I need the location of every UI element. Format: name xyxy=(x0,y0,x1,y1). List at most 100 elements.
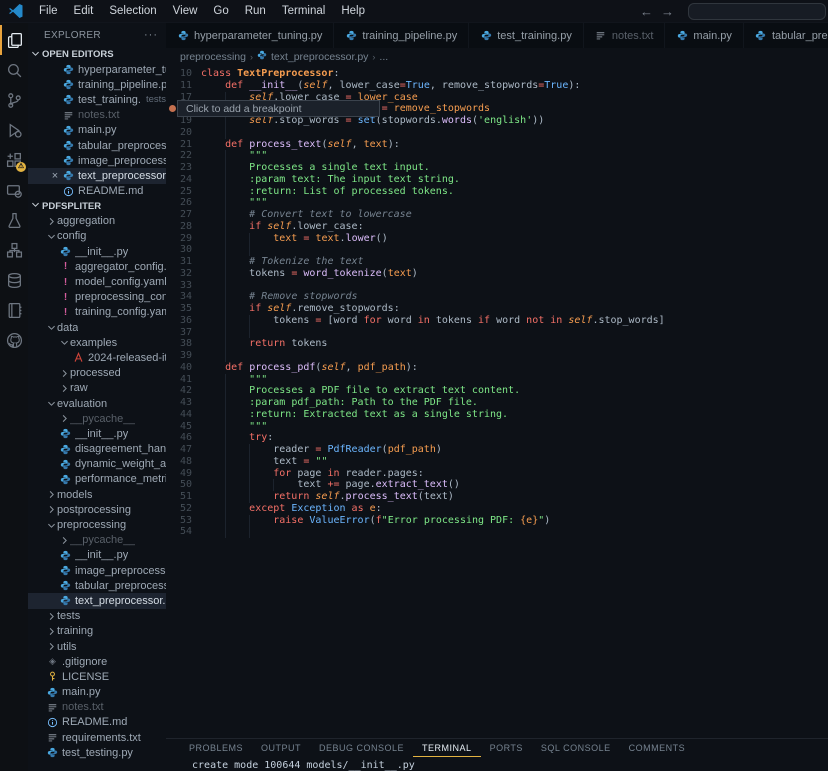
code-line[interactable]: 23 Processes a single text input. xyxy=(166,162,828,174)
explorer-more-actions-button[interactable]: ··· xyxy=(144,29,158,41)
remote-explorer-icon[interactable] xyxy=(0,175,28,205)
code-line[interactable]: 36 tokens = [word for word in tokens if … xyxy=(166,315,828,327)
line-number[interactable]: 42 xyxy=(166,385,192,397)
code-line[interactable]: 29 text = text.lower() xyxy=(166,233,828,245)
testing-icon[interactable] xyxy=(0,205,28,235)
line-number[interactable]: 31 xyxy=(166,256,192,268)
code-line[interactable]: 24 :param text: The input text string. xyxy=(166,174,828,186)
code-line[interactable]: 45 """ xyxy=(166,421,828,433)
breadcrumb-item[interactable]: ... xyxy=(379,51,388,63)
line-number[interactable]: 44 xyxy=(166,409,192,421)
code-line[interactable]: 48 text = "" xyxy=(166,456,828,468)
tree-file-training-config-yaml[interactable]: !training_config.yaml xyxy=(28,305,166,320)
open-editor-item[interactable]: hyperparameter_tu... xyxy=(28,62,166,77)
code-editor[interactable]: 10class TextPreprocessor:11 def __init__… xyxy=(166,65,828,738)
panel-tab-output[interactable]: OUTPUT xyxy=(252,740,310,757)
code-line[interactable]: 25 :return: List of processed tokens. xyxy=(166,186,828,198)
tree-folder-training[interactable]: training xyxy=(28,624,166,639)
tree-file-dynamic-weight-adjust-[interactable]: dynamic_weight_adjust... xyxy=(28,457,166,472)
panel-tab-terminal[interactable]: TERMINAL xyxy=(413,740,481,757)
line-number[interactable]: 11 xyxy=(166,80,192,92)
code-line[interactable]: 39 xyxy=(166,350,828,362)
line-number[interactable]: 35 xyxy=(166,303,192,315)
menu-edit[interactable]: Edit xyxy=(66,0,102,22)
line-number[interactable]: 48 xyxy=(166,456,192,468)
tree-file-preprocessing-config-y-[interactable]: !preprocessing_config.y... xyxy=(28,290,166,305)
menu-terminal[interactable]: Terminal xyxy=(274,0,333,22)
tree-file-tabular-preprocessor-py[interactable]: tabular_preprocessor.py xyxy=(28,578,166,593)
tab-main-py[interactable]: main.py xyxy=(665,23,744,48)
run-debug-icon[interactable] xyxy=(0,115,28,145)
tab-tabular-preprocessor-py[interactable]: tabular_preprocessor.py xyxy=(744,23,828,48)
code-line[interactable]: 43 :param pdf_path: Path to the PDF file… xyxy=(166,397,828,409)
code-line[interactable]: 40 def process_pdf(self, pdf_path): xyxy=(166,362,828,374)
references-icon[interactable] xyxy=(0,235,28,265)
tree-folder-utils[interactable]: utils xyxy=(28,639,166,654)
tree-folder-data[interactable]: data xyxy=(28,320,166,335)
workspace-header[interactable]: PDFSPLITER xyxy=(28,199,166,214)
menu-help[interactable]: Help xyxy=(333,0,373,22)
tree-file-disagreement-handler-py[interactable]: disagreement_handler.py xyxy=(28,442,166,457)
code-line[interactable]: 11 def __init__(self, lower_case=True, r… xyxy=(166,80,828,92)
code-line[interactable]: 50 text += page.extract_text() xyxy=(166,479,828,491)
terminal-output[interactable]: create mode 100644 models/__init__.py xyxy=(166,757,828,771)
line-number[interactable]: 20 xyxy=(166,127,192,139)
line-number[interactable]: 51 xyxy=(166,491,192,503)
tree-folder-evaluation[interactable]: evaluation xyxy=(28,396,166,411)
line-number[interactable]: 54 xyxy=(166,526,192,538)
code-line[interactable]: 54 xyxy=(166,526,828,538)
code-line[interactable]: 42 Processes a PDF file to extract text … xyxy=(166,385,828,397)
tree-file-license[interactable]: LICENSE xyxy=(28,669,166,684)
tree-folder-aggregation[interactable]: aggregation xyxy=(28,214,166,229)
code-line[interactable]: 28 if self.lower_case: xyxy=(166,221,828,233)
line-number[interactable]: 38 xyxy=(166,338,192,350)
breadcrumb-item[interactable]: text_preprocessor.py xyxy=(257,50,368,63)
line-number[interactable]: 26 xyxy=(166,197,192,209)
tree-file--init-py[interactable]: __init__.py xyxy=(28,426,166,441)
back-arrow-icon[interactable]: ← xyxy=(640,4,653,19)
tree-file-aggregator-config-yaml[interactable]: !aggregator_config.yaml xyxy=(28,259,166,274)
tree-file--gitignore[interactable]: ◈.gitignore xyxy=(28,654,166,669)
tree-file-main-py[interactable]: main.py xyxy=(28,685,166,700)
line-number[interactable]: 46 xyxy=(166,432,192,444)
open-editor-item[interactable]: main.py xyxy=(28,123,166,138)
line-number[interactable]: 21 xyxy=(166,139,192,151)
line-number[interactable]: 53 xyxy=(166,515,192,527)
tree-file-notes-txt[interactable]: notes.txt xyxy=(28,700,166,715)
line-number[interactable]: 10 xyxy=(166,68,192,80)
code-line[interactable]: 32 tokens = word_tokenize(text) xyxy=(166,268,828,280)
line-number[interactable]: 36 xyxy=(166,315,192,327)
tree-folder-examples[interactable]: examples xyxy=(28,335,166,350)
open-editor-item[interactable]: notes.txt xyxy=(28,108,166,123)
tree-folder-config[interactable]: config xyxy=(28,229,166,244)
extensions-icon[interactable]: ⚠ xyxy=(0,145,28,175)
open-editor-item[interactable]: ×text_preprocessor.p... xyxy=(28,168,166,183)
line-number[interactable]: 30 xyxy=(166,244,192,256)
tab-notes-txt[interactable]: notes.txt xyxy=(584,23,666,48)
line-number[interactable]: 23 xyxy=(166,162,192,174)
panel-tab-comments[interactable]: COMMENTS xyxy=(620,740,695,757)
breadcrumb-item[interactable]: preprocessing xyxy=(180,51,246,63)
tree-folder-postprocessing[interactable]: postprocessing xyxy=(28,502,166,517)
breakpoint-dot[interactable] xyxy=(169,105,176,112)
tree-file--init-py[interactable]: __init__.py xyxy=(28,548,166,563)
tree-folder-tests[interactable]: tests xyxy=(28,609,166,624)
line-number[interactable]: 29 xyxy=(166,233,192,245)
line-number[interactable]: 43 xyxy=(166,397,192,409)
code-line[interactable]: 49 for page in reader.pages: xyxy=(166,468,828,480)
line-number[interactable]: 45 xyxy=(166,421,192,433)
line-number[interactable]: 39 xyxy=(166,350,192,362)
code-line[interactable]: 53 raise ValueError(f"Error processing P… xyxy=(166,515,828,527)
menu-file[interactable]: File xyxy=(31,0,66,22)
tree-file-readme-md[interactable]: README.md xyxy=(28,715,166,730)
code-line[interactable]: 37 xyxy=(166,327,828,339)
tree-file-image-preprocessor-py[interactable]: image_preprocessor.py xyxy=(28,563,166,578)
line-number[interactable]: 25 xyxy=(166,186,192,198)
code-line[interactable]: 41 """ xyxy=(166,374,828,386)
tree-folder--pycache-[interactable]: __pycache__ xyxy=(28,533,166,548)
line-number[interactable]: 22 xyxy=(166,150,192,162)
tree-folder-models[interactable]: models xyxy=(28,487,166,502)
explorer-icon[interactable] xyxy=(0,25,28,55)
tree-folder--pycache-[interactable]: __pycache__ xyxy=(28,411,166,426)
tree-folder-processed[interactable]: processed xyxy=(28,366,166,381)
